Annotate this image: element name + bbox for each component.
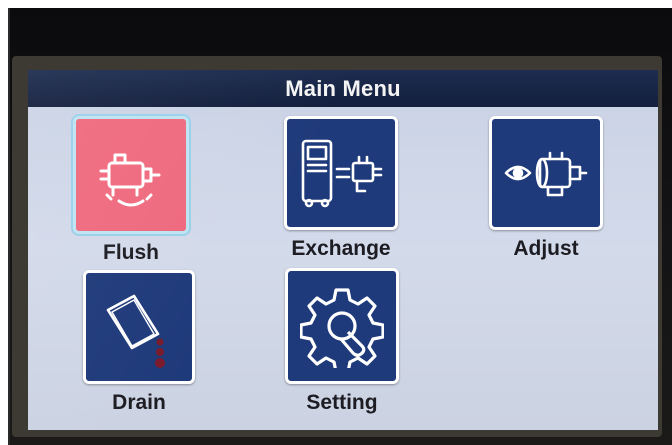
menu-item-label: Setting bbox=[306, 391, 378, 414]
main-menu-screen: Main Menu Flush Exchange Adjust Drain Se… bbox=[28, 70, 658, 430]
flush-tile[interactable] bbox=[73, 116, 189, 234]
menu-item-label: Flush bbox=[103, 241, 159, 264]
title-bar: Main Menu bbox=[28, 70, 658, 107]
menu-item-label: Exchange bbox=[291, 237, 391, 260]
page-title: Main Menu bbox=[285, 75, 401, 101]
drain-tile[interactable] bbox=[83, 270, 195, 384]
menu-item-flush[interactable]: Flush bbox=[73, 116, 189, 265]
adjust-icon bbox=[504, 151, 588, 197]
setting-tile[interactable] bbox=[285, 268, 399, 384]
menu-item-setting[interactable]: Setting bbox=[285, 268, 399, 415]
exchange-icon bbox=[301, 139, 383, 208]
menu-item-label: Adjust bbox=[513, 237, 579, 260]
menu-item-exchange[interactable]: Exchange bbox=[284, 116, 398, 261]
exchange-tile[interactable] bbox=[284, 116, 398, 230]
flush-icon bbox=[99, 153, 161, 207]
menu-item-drain[interactable]: Drain bbox=[83, 270, 195, 415]
gear-icon bbox=[300, 288, 384, 368]
menu-item-adjust[interactable]: Adjust bbox=[489, 116, 603, 261]
drain-icon bbox=[106, 294, 165, 368]
adjust-tile[interactable] bbox=[489, 116, 603, 230]
menu-item-label: Drain bbox=[112, 391, 166, 414]
